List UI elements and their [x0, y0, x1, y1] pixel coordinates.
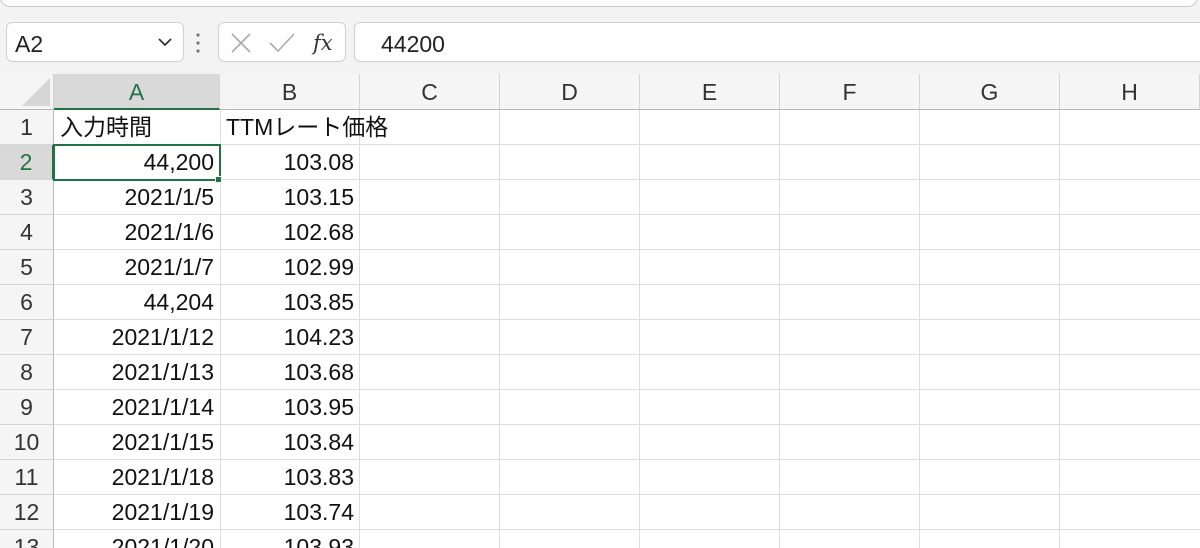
cell-b1[interactable]: TTMレート価格	[220, 110, 388, 145]
more-dots-icon[interactable]	[194, 30, 202, 56]
cell-a13[interactable]: 2021/1/20	[54, 530, 220, 548]
cell-a12[interactable]: 2021/1/19	[54, 495, 220, 530]
cell-b2[interactable]: 103.08	[220, 145, 360, 180]
chevron-down-icon[interactable]	[155, 32, 175, 52]
cell-b3[interactable]: 103.15	[220, 180, 360, 215]
cell-b11[interactable]: 103.83	[220, 460, 360, 495]
cell-a11[interactable]: 2021/1/18	[54, 460, 220, 495]
row-header-9[interactable]: 9	[0, 390, 54, 425]
cell-b10[interactable]: 103.84	[220, 425, 360, 460]
formula-actions: fx	[218, 22, 346, 62]
name-box-value: A2	[15, 31, 44, 57]
gridline	[639, 110, 640, 548]
formula-input[interactable]: 44200	[354, 22, 1200, 62]
fill-handle[interactable]	[215, 176, 222, 183]
spreadsheet-grid: A B C D E F G H 1 2 3 4 5 6 7 8 9 10 11 …	[0, 74, 1200, 548]
cell-b6[interactable]: 103.85	[220, 285, 360, 320]
row-header-13[interactable]: 13	[0, 530, 54, 548]
column-header-a[interactable]: A	[54, 74, 220, 110]
row-header-5[interactable]: 5	[0, 250, 54, 285]
cell-a10[interactable]: 2021/1/15	[54, 425, 220, 460]
cancel-x-icon[interactable]	[229, 30, 253, 56]
window-top-edge	[0, 0, 1200, 10]
name-box[interactable]: A2	[6, 22, 184, 62]
gridline	[499, 110, 500, 548]
column-header-h[interactable]: H	[1060, 74, 1200, 110]
column-header-d[interactable]: D	[500, 74, 640, 110]
confirm-check-icon[interactable]	[267, 30, 297, 56]
formula-bar: A2 fx 44200	[0, 10, 1200, 74]
column-header-c[interactable]: C	[360, 74, 500, 110]
cell-a4[interactable]: 2021/1/6	[54, 215, 220, 250]
row-header-11[interactable]: 11	[0, 460, 54, 495]
row-header-7[interactable]: 7	[0, 320, 54, 355]
fx-icon[interactable]: fx	[311, 30, 339, 56]
column-header-e[interactable]: E	[640, 74, 780, 110]
cell-b4[interactable]: 102.68	[220, 215, 360, 250]
svg-text:fx: fx	[311, 31, 333, 55]
cell-a5[interactable]: 2021/1/7	[54, 250, 220, 285]
row-header-6[interactable]: 6	[0, 285, 54, 320]
cell-b12[interactable]: 103.74	[220, 495, 360, 530]
ribbon-bottom-edge	[0, 0, 1198, 7]
row-header-4[interactable]: 4	[0, 215, 54, 250]
row-header-10[interactable]: 10	[0, 425, 54, 460]
select-all-triangle-icon	[22, 78, 50, 106]
cell-a7[interactable]: 2021/1/12	[54, 320, 220, 355]
cell-b7[interactable]: 104.23	[220, 320, 360, 355]
cell-a1[interactable]: 入力時間	[54, 110, 220, 145]
cell-a3[interactable]: 2021/1/5	[54, 180, 220, 215]
gridline	[919, 110, 920, 548]
gridline	[779, 110, 780, 548]
cell-b5[interactable]: 102.99	[220, 250, 360, 285]
cell-a9[interactable]: 2021/1/14	[54, 390, 220, 425]
column-header-f[interactable]: F	[780, 74, 920, 110]
cell-a8[interactable]: 2021/1/13	[54, 355, 220, 390]
formula-value: 44200	[381, 31, 445, 57]
row-header-3[interactable]: 3	[0, 180, 54, 215]
column-header-b[interactable]: B	[220, 74, 360, 110]
select-all-corner[interactable]	[0, 74, 54, 110]
gridline	[1059, 110, 1060, 548]
row-header-2[interactable]: 2	[0, 145, 54, 180]
column-header-g[interactable]: G	[920, 74, 1060, 110]
cell-b8[interactable]: 103.68	[220, 355, 360, 390]
active-cell-selection	[53, 144, 221, 181]
row-header-1[interactable]: 1	[0, 110, 54, 145]
cell-b13[interactable]: 103.93	[220, 530, 360, 548]
cell-a6[interactable]: 44,204	[54, 285, 220, 320]
row-header-12[interactable]: 12	[0, 495, 54, 530]
cell-b9[interactable]: 103.95	[220, 390, 360, 425]
row-header-8[interactable]: 8	[0, 355, 54, 390]
